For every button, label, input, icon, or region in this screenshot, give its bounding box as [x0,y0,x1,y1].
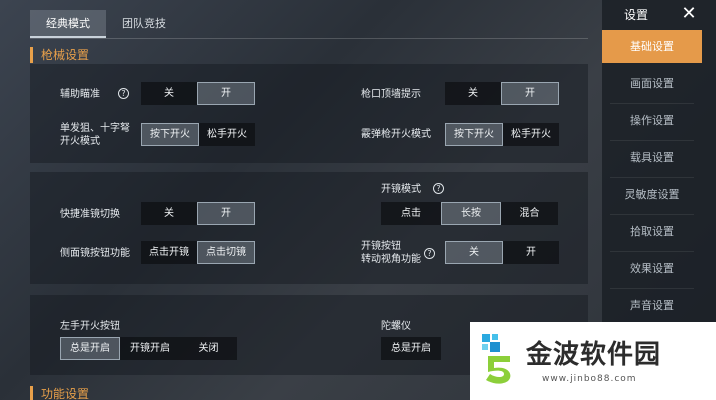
side-scope-open[interactable]: 点击开镜 [141,241,197,264]
shotgun-fire-mode-toggle: 按下开火 松手开火 [445,123,559,146]
tab-classic[interactable]: 经典模式 [30,10,106,38]
sidebar-item-basic[interactable]: 基础设置 [602,30,702,63]
sidebar-item-controls[interactable]: 操作设置 [602,104,702,137]
single-fire-press[interactable]: 按下开火 [141,123,199,146]
sidebar-title: 设置 [624,8,649,22]
watermark-text: 金波软件园 [526,340,662,370]
scope-turn-off[interactable]: 关 [445,241,503,264]
scope-turn-on[interactable]: 开 [503,241,559,264]
aim-assist-toggle: 关 开 [141,82,255,105]
shotgun-fire-release[interactable]: 松手开火 [503,123,559,146]
sidebar-item-pickup[interactable]: 拾取设置 [602,215,702,248]
aim-assist-off[interactable]: 关 [141,82,197,105]
mode-tabs: 经典模式 团队竞技 [30,10,182,38]
shotgun-fire-label: 霰弹枪开火模式 [361,129,431,140]
scope-mode-mixed[interactable]: 混合 [501,202,558,225]
left-fire-label: 左手开火按钮 [60,321,120,332]
scope-turn-label-line1: 开镜按钮 [361,241,401,252]
muzzle-wall-toggle: 关 开 [445,82,559,105]
side-scope-toggle: 点击开镜 点击切镜 [141,241,255,264]
watermark-url: www.jinbo88.com [542,374,637,384]
left-fire-scope[interactable]: 开镜开启 [120,337,180,360]
muzzle-wall-on[interactable]: 开 [501,82,559,105]
panel-gun-basic [30,64,588,163]
sidebar-item-graphics[interactable]: 画面设置 [602,67,702,100]
scope-turn-label-line2: 转动视角功能 [361,254,421,265]
side-scope-label: 侧面镜按钮功能 [60,248,130,259]
muzzle-wall-off[interactable]: 关 [445,82,501,105]
quick-scope-on[interactable]: 开 [197,202,255,225]
muzzle-wall-label: 枪口顶墙提示 [361,89,421,100]
section-title-gun: 枪械设置 [30,47,89,63]
quick-scope-toggle: 关 开 [141,202,255,225]
sidebar-item-vehicle[interactable]: 载具设置 [602,141,702,174]
sidebar-item-sound[interactable]: 声音设置 [602,289,702,322]
tab-team-deathmatch[interactable]: 团队竞技 [106,10,182,38]
scope-turn-label: 开镜按钮 转动视角功能 [361,240,421,266]
single-fire-label-line1: 单发狙、十字弩 [60,123,130,134]
scope-mode-tap[interactable]: 点击 [381,202,441,225]
side-scope-switch[interactable]: 点击切镜 [197,241,255,264]
single-fire-label-line2: 开火模式 [60,136,100,147]
gyro-always[interactable]: 总是开启 [381,337,441,360]
left-fire-toggle: 总是开启 开镜开启 关闭 [60,337,237,360]
tab-divider [30,38,588,39]
sidebar-item-effects[interactable]: 效果设置 [602,252,702,285]
aim-assist-label: 辅助瞄准 [60,89,100,100]
left-fire-off[interactable]: 关闭 [180,337,237,360]
panel-gun-scope [30,172,588,284]
quick-scope-label: 快捷准镜切换 [60,209,120,220]
scope-mode-toggle: 点击 长按 混合 [381,202,558,225]
single-fire-release[interactable]: 松手开火 [199,123,255,146]
scope-mode-label: 开镜模式 [381,184,421,195]
quick-scope-off[interactable]: 关 [141,202,197,225]
single-fire-label: 单发狙、十字弩 开火模式 [60,122,130,148]
gyro-label: 陀螺仪 [381,321,411,332]
aim-assist-help-icon[interactable]: ? [118,88,129,99]
scope-mode-hold[interactable]: 长按 [441,202,501,225]
gyro-toggle: 总是开启 [381,337,441,360]
scope-turn-toggle: 关 开 [445,241,559,264]
aim-assist-on[interactable]: 开 [197,82,255,105]
sidebar-item-sensitivity[interactable]: 灵敏度设置 [602,178,702,211]
scope-mode-help-icon[interactable]: ? [433,183,444,194]
scope-turn-help-icon[interactable]: ? [424,248,435,259]
close-icon[interactable]: ✕ [674,0,704,28]
watermark-badge: 金波软件园 www.jinbo88.com [470,322,716,400]
single-fire-mode-toggle: 按下开火 松手开火 [141,123,255,146]
left-fire-always[interactable]: 总是开启 [60,337,120,360]
shotgun-fire-press[interactable]: 按下开火 [445,123,503,146]
section-title-function: 功能设置 [30,386,89,400]
jinbo-logo-icon [482,334,511,384]
